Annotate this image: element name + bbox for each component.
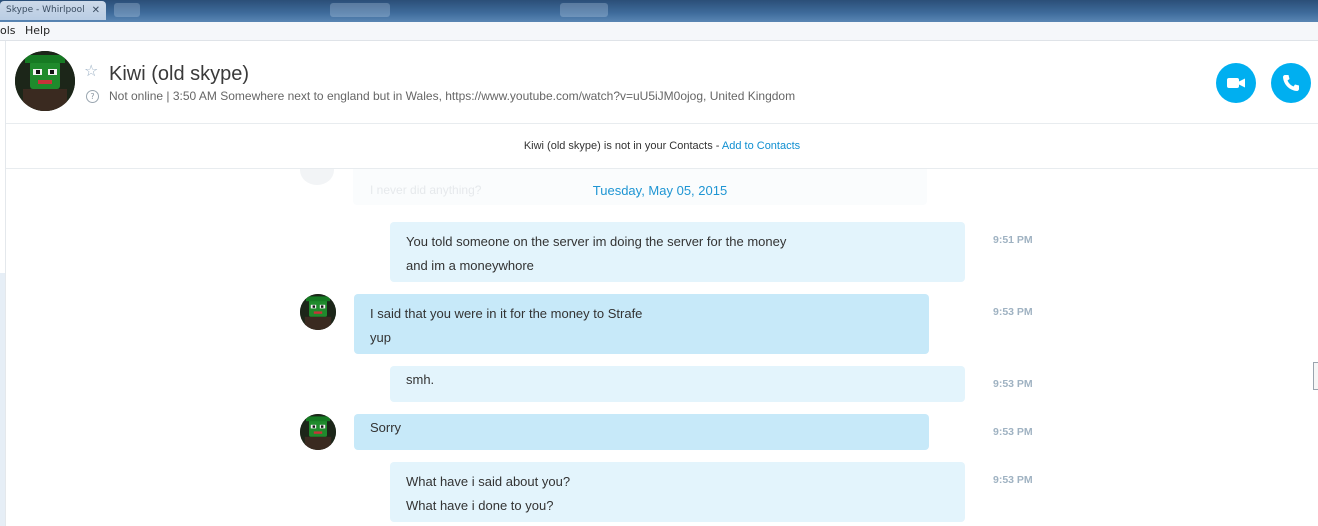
message-timestamp: 9:53 PM: [993, 474, 1033, 486]
menu-item-tools[interactable]: ols: [0, 22, 16, 40]
message-text: yup: [370, 330, 391, 345]
notice-text: Kiwi (old skype) is not in your Contacts…: [523, 140, 722, 152]
chat-history[interactable]: I never did anything? Tuesday, May 05, 2…: [6, 169, 1318, 526]
avatar-image: [15, 51, 75, 111]
message-text: Sorry: [370, 420, 402, 435]
message-text: I said that you were in it for the money…: [370, 306, 643, 321]
message-bubble-incoming[interactable]: I said that you were in it for the money…: [354, 294, 929, 354]
mood-message: 3:50 AM Somewhere next to england but in…: [172, 89, 796, 103]
message-timestamp: 9:53 PM: [993, 378, 1033, 390]
phone-icon: [1283, 75, 1299, 91]
avatar[interactable]: [15, 51, 75, 111]
sender-avatar[interactable]: [300, 414, 336, 450]
contact-notice: Kiwi (old skype) is not in your Contacts…: [6, 124, 1318, 169]
avatar-image: [300, 414, 336, 450]
close-icon[interactable]: ✕: [92, 1, 100, 20]
video-call-button[interactable]: [1216, 63, 1256, 103]
message-text: You told someone on the server im doing …: [406, 234, 787, 249]
message-bubble-outgoing[interactable]: What have i said about you? What have i …: [390, 462, 965, 522]
taskbar-item[interactable]: [114, 3, 140, 17]
message-bubble-outgoing[interactable]: You told someone on the server im doing …: [390, 222, 965, 282]
online-status: Not online: [109, 89, 164, 103]
message-bubble-outgoing[interactable]: smh.: [390, 366, 965, 402]
window-titlebar: Skype - Whirlpool ✕: [0, 0, 1318, 22]
avatar-image: [300, 294, 336, 330]
message-text: and im a moneywhore: [406, 258, 534, 273]
message-text: smh.: [406, 372, 435, 387]
message-text: What have i done to you?: [406, 498, 554, 513]
contact-name: Kiwi (old skype): [109, 63, 250, 85]
taskbar-item[interactable]: [330, 3, 390, 17]
star-outline-icon[interactable]: ☆: [84, 63, 98, 79]
tab-label: Skype - Whirlpool: [6, 5, 85, 15]
message-text: What have i said about you?: [406, 474, 571, 489]
message-timestamp: 9:53 PM: [993, 426, 1033, 438]
message-timestamp: 9:51 PM: [993, 234, 1033, 246]
video-camera-icon: [1227, 78, 1245, 88]
message-timestamp: 9:53 PM: [993, 306, 1033, 318]
call-button[interactable]: [1271, 63, 1311, 103]
sidebar-selection: [0, 273, 5, 526]
browser-tab[interactable]: Skype - Whirlpool ✕: [0, 1, 106, 20]
conversation-header: ☆ Kiwi (old skype) ? Not online | 3:50 A…: [6, 41, 1318, 124]
menu-item-help[interactable]: Help: [25, 22, 50, 40]
taskbar-item[interactable]: [560, 3, 608, 17]
date-separator: Tuesday, May 05, 2015: [592, 183, 728, 198]
contact-status-line: Not online | 3:50 AM Somewhere next to e…: [109, 89, 795, 103]
message-bubble-incoming[interactable]: Sorry: [354, 414, 929, 450]
question-icon: ?: [86, 90, 99, 103]
menu-bar: ols Help: [0, 22, 1318, 41]
add-to-contacts-link[interactable]: Add to Contacts: [722, 140, 800, 152]
sender-avatar[interactable]: [300, 294, 336, 330]
scrollbar-thumb[interactable]: [1313, 362, 1318, 390]
